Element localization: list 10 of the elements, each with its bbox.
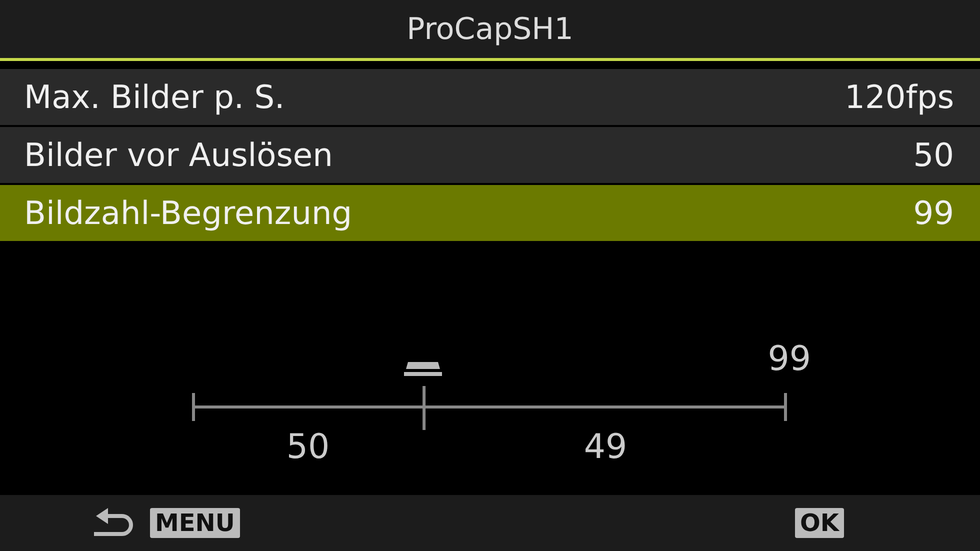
max-value: 99	[768, 342, 811, 376]
position-marker-icon	[404, 362, 442, 376]
menu-row[interactable]: Max. Bilder p. S. 120fps	[0, 69, 980, 125]
menu-row[interactable]: Bildzahl-Begrenzung 99	[0, 185, 980, 241]
left-count: 50	[286, 427, 330, 467]
menu-row[interactable]: Bilder vor Auslösen 50	[0, 127, 980, 183]
screen-title: ProCapSH1	[406, 12, 574, 46]
menu-key[interactable]: MENU	[150, 508, 240, 538]
ok-key[interactable]: OK	[795, 508, 844, 538]
right-count: 49	[584, 427, 628, 467]
